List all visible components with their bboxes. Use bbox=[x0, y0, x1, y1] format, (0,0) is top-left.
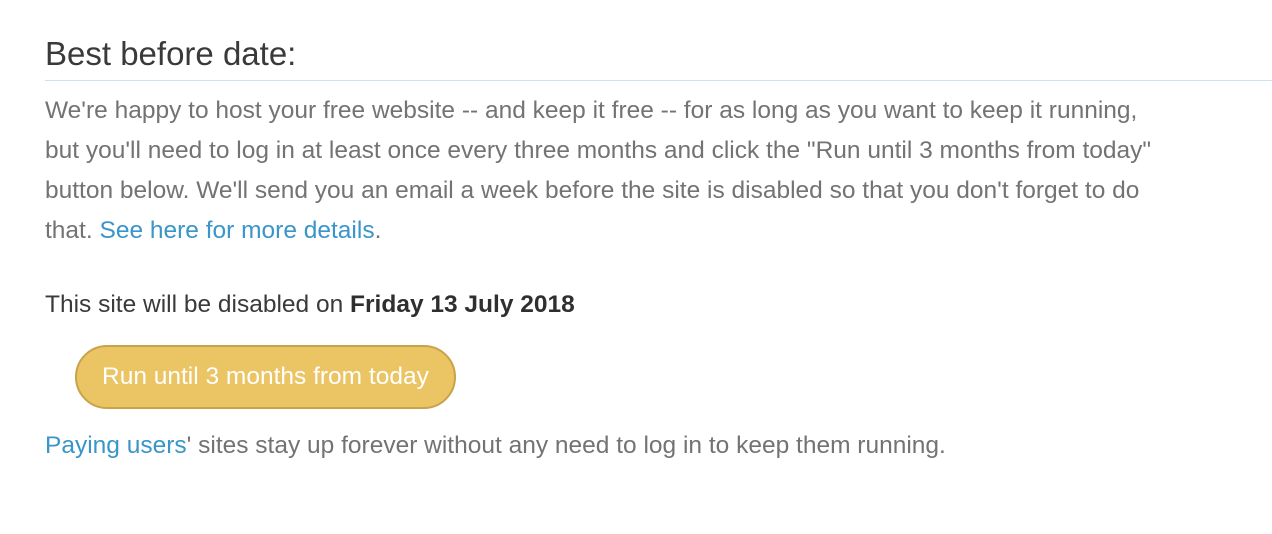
intro-trailing-period: . bbox=[374, 217, 382, 244]
run-until-3-months-button[interactable]: Run until 3 months from today bbox=[75, 345, 456, 409]
intro-paragraph: We're happy to host your free website --… bbox=[45, 91, 1165, 251]
section-heading: Best before date: bbox=[45, 34, 1272, 81]
paying-users-link[interactable]: Paying users bbox=[45, 432, 187, 459]
more-details-link[interactable]: See here for more details bbox=[99, 217, 374, 244]
disable-status-prefix: This site will be disabled on bbox=[45, 291, 351, 318]
paying-users-note: Paying users' sites stay up forever with… bbox=[45, 426, 1272, 466]
paying-users-text: ' sites stay up forever without any need… bbox=[186, 432, 946, 459]
best-before-section: Best before date: We're happy to host yo… bbox=[45, 34, 1272, 466]
disable-status: This site will be disabled on Friday 13 … bbox=[45, 285, 1272, 325]
disable-date: Friday 13 July 2018 bbox=[350, 291, 575, 318]
